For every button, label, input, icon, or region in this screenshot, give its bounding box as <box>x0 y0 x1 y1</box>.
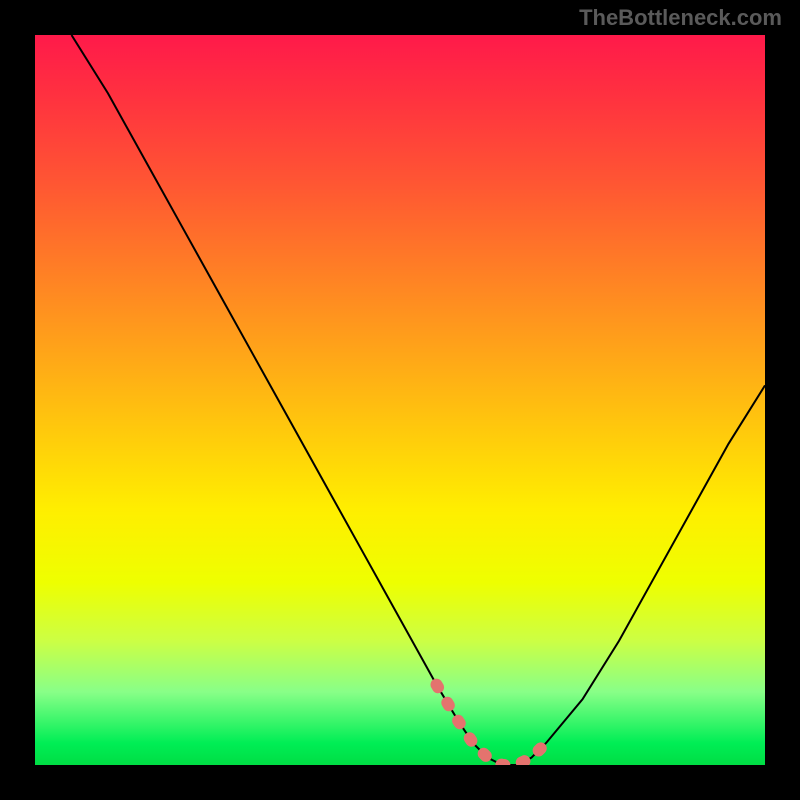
optimal-range-marker <box>437 685 547 765</box>
watermark-text: TheBottleneck.com <box>579 5 782 31</box>
chart-gradient-background <box>35 35 765 765</box>
bottleneck-curve <box>72 35 766 765</box>
chart-svg <box>35 35 765 765</box>
